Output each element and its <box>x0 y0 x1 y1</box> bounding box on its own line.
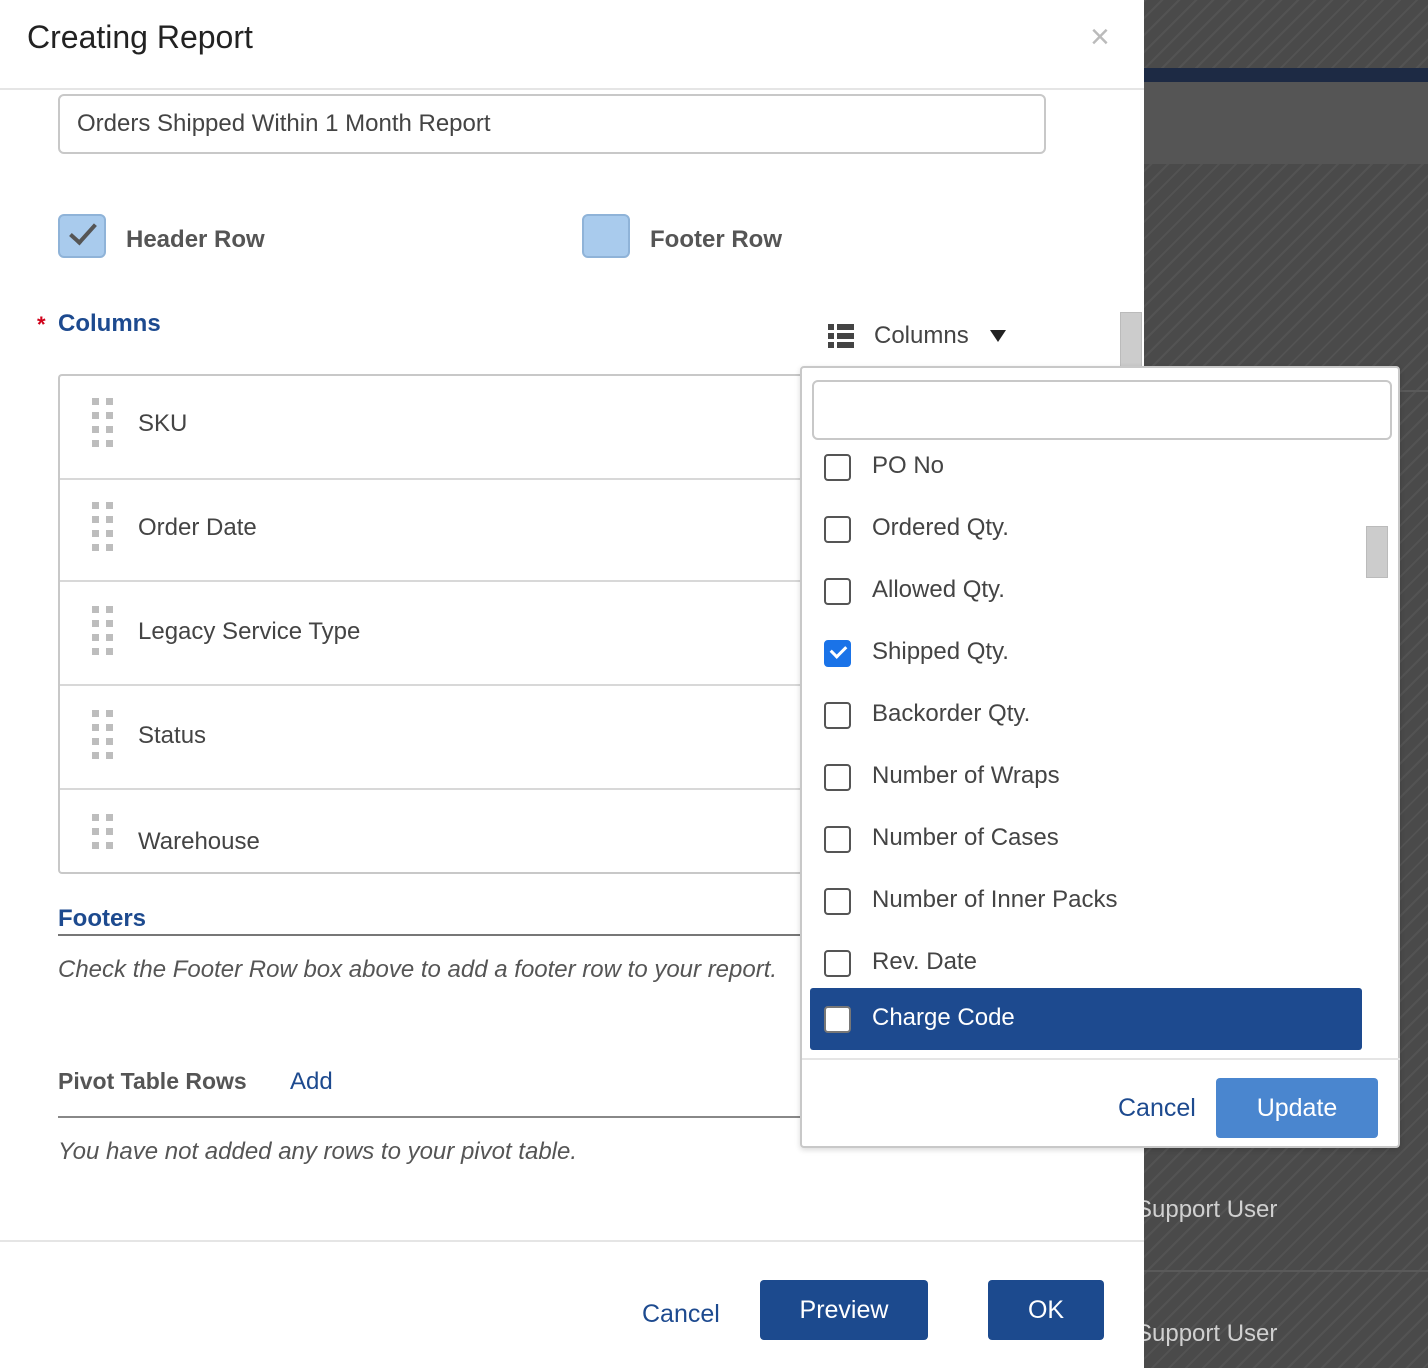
columns-title: Columns <box>58 310 161 337</box>
background-header-band <box>1144 82 1428 164</box>
column-row[interactable]: Warehouse <box>60 790 818 872</box>
report-name-input[interactable] <box>58 94 1046 154</box>
modal-scrollbar-thumb[interactable] <box>1120 312 1142 372</box>
column-option-label: Number of Wraps <box>872 762 1060 789</box>
footers-note: Check the Footer Row box above to add a … <box>58 956 778 983</box>
modal-title: Creating Report <box>27 19 253 55</box>
background-row-user: Support User <box>1136 1196 1278 1223</box>
columns-search-input[interactable] <box>812 380 1392 440</box>
drag-handle-icon[interactable] <box>92 814 114 866</box>
divider <box>58 1116 800 1118</box>
column-option-label: Rev. Date <box>872 948 977 975</box>
columns-picker-label: Columns <box>874 322 969 349</box>
column-option-highlighted[interactable]: Charge Code <box>810 988 1362 1050</box>
footer-row-checkbox[interactable] <box>582 214 630 258</box>
divider <box>802 1058 1400 1060</box>
columns-dropdown: PO No Ordered Qty. Allowed Qty. Shipped … <box>800 366 1400 1148</box>
divider <box>58 934 800 936</box>
drag-handle-icon[interactable] <box>92 606 114 658</box>
column-option-label: Number of Inner Packs <box>872 886 1118 913</box>
column-name: Legacy Service Type <box>138 618 361 645</box>
checkbox[interactable] <box>824 950 851 977</box>
column-option-label: Shipped Qty. <box>872 638 1009 665</box>
column-row[interactable]: Order Date <box>60 478 818 582</box>
checkbox[interactable] <box>824 764 851 791</box>
pivot-empty-note: You have not added any rows to your pivo… <box>58 1138 578 1165</box>
required-marker: * <box>37 312 46 337</box>
column-name: SKU <box>138 410 188 437</box>
column-name: Warehouse <box>138 828 260 855</box>
column-option-label: PO No <box>872 452 945 479</box>
caret-down-icon <box>990 330 1006 342</box>
columns-picker-button[interactable]: Columns <box>828 318 1018 354</box>
ok-button[interactable]: OK <box>988 1280 1104 1340</box>
background-row-user: Support User <box>1136 1320 1278 1347</box>
column-name: Status <box>138 722 207 749</box>
column-option-label: Number of Cases <box>872 824 1059 851</box>
background-nav-bar <box>1144 68 1428 82</box>
pivot-add-link[interactable]: Add <box>290 1068 333 1096</box>
drag-handle-icon[interactable] <box>92 502 114 554</box>
update-button[interactable]: Update <box>1216 1078 1378 1138</box>
column-option[interactable]: Allowed Qty. <box>810 560 1362 622</box>
drag-handle-icon[interactable] <box>92 398 114 450</box>
checkmark-icon <box>69 216 97 246</box>
dropdown-scrollbar-thumb[interactable] <box>1366 526 1388 578</box>
preview-button[interactable]: Preview <box>760 1280 928 1340</box>
close-icon[interactable]: × <box>1090 18 1110 57</box>
checkbox[interactable] <box>824 702 851 729</box>
checkbox[interactable] <box>824 826 851 853</box>
checkbox[interactable] <box>824 516 851 543</box>
drag-handle-icon[interactable] <box>92 710 114 762</box>
column-option-label: Ordered Qty. <box>872 514 1009 541</box>
pivot-rows-title: Pivot Table Rows <box>58 1068 247 1094</box>
footer-row-label: Footer Row <box>650 226 782 253</box>
checkbox[interactable] <box>824 454 851 481</box>
column-option[interactable]: Backorder Qty. <box>810 684 1362 746</box>
dropdown-cancel-button[interactable]: Cancel <box>1118 1094 1196 1123</box>
column-row[interactable]: Legacy Service Type <box>60 582 818 686</box>
header-row-label: Header Row <box>126 226 265 253</box>
column-row[interactable]: SKU <box>60 376 818 480</box>
cancel-button[interactable]: Cancel <box>642 1300 720 1329</box>
checkbox[interactable] <box>824 578 851 605</box>
footers-title: Footers <box>58 905 147 932</box>
column-option[interactable]: PO No <box>810 448 1362 498</box>
column-option[interactable]: Rev. Date <box>810 932 1362 994</box>
header-row-checkbox[interactable] <box>58 214 106 258</box>
checkbox-checked[interactable] <box>824 640 851 667</box>
column-option[interactable]: Number of Cases <box>810 808 1362 870</box>
selected-columns-list: SKU Order Date Legacy Service Type Statu… <box>58 374 818 874</box>
modal-footer-divider <box>0 1240 1144 1242</box>
column-option-label: Charge Code <box>872 1004 1015 1031</box>
column-option[interactable]: Ordered Qty. <box>810 498 1362 560</box>
column-option[interactable]: Number of Inner Packs <box>810 870 1362 932</box>
column-option[interactable]: Shipped Qty. <box>810 622 1362 684</box>
column-row[interactable]: Status <box>60 686 818 790</box>
columns-option-list: PO No Ordered Qty. Allowed Qty. Shipped … <box>802 448 1400 1056</box>
column-option[interactable]: Number of Wraps <box>810 746 1362 808</box>
column-name: Order Date <box>138 514 257 541</box>
checkbox[interactable] <box>824 1006 851 1033</box>
column-option-label: Backorder Qty. <box>872 700 1031 727</box>
list-icon <box>828 324 854 348</box>
column-option-label: Allowed Qty. <box>872 576 1005 603</box>
modal-header: Creating Report × <box>0 0 1144 90</box>
checkbox[interactable] <box>824 888 851 915</box>
